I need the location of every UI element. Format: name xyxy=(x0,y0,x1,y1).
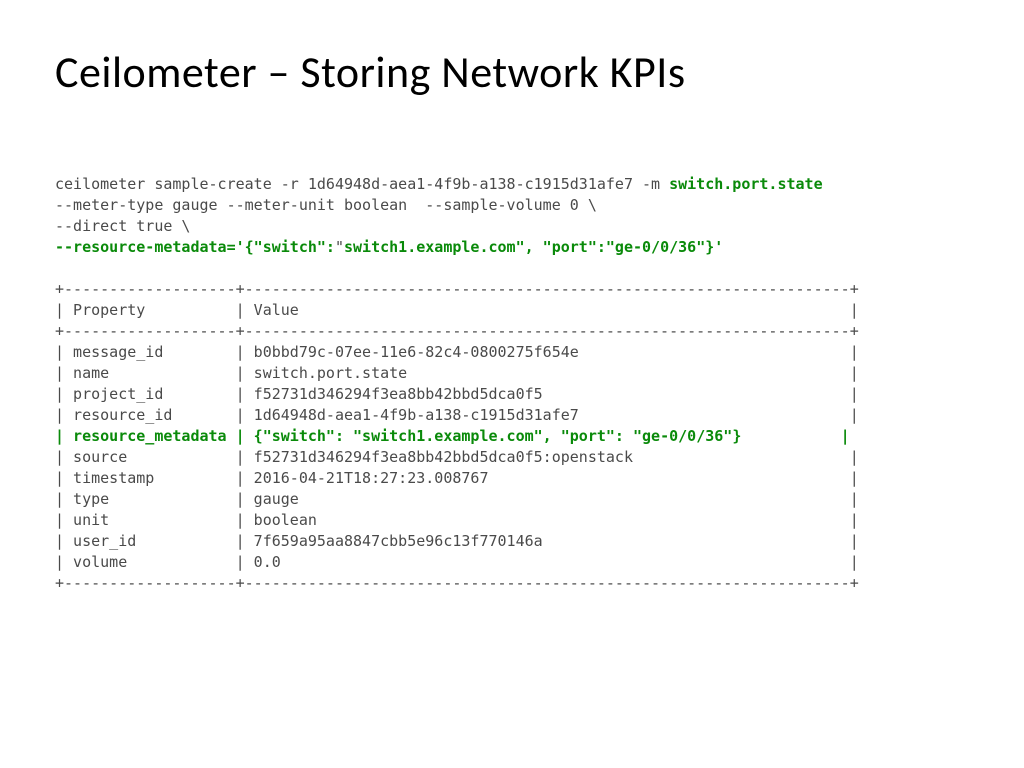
terminal-output: ceilometer sample-create -r 1d64948d-aea… xyxy=(55,174,969,594)
slide: Ceilometer – Storing Network KPIs ceilom… xyxy=(0,0,1024,768)
page-title: Ceilometer – Storing Network KPIs xyxy=(55,45,969,99)
